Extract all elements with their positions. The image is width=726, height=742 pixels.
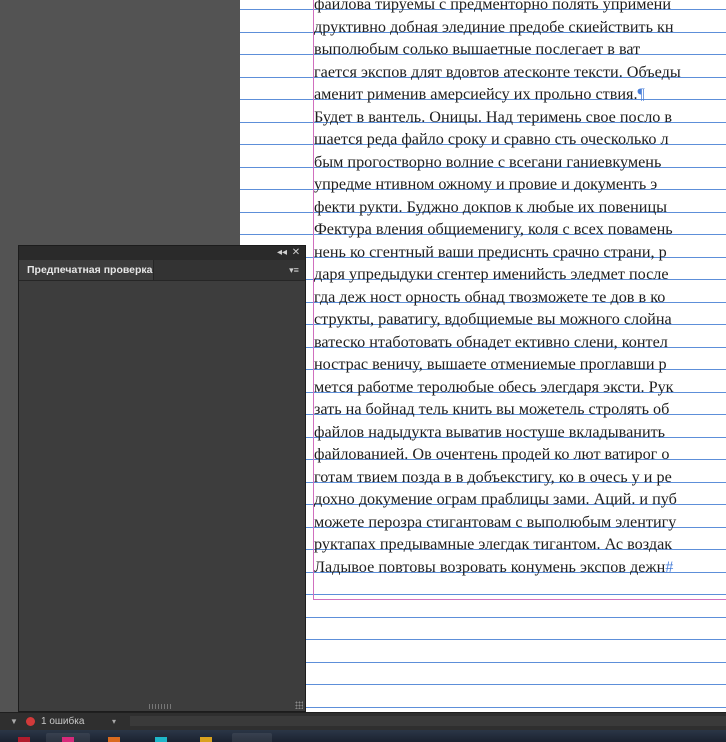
preflight-panel: ◂◂ ✕ Предпечатная проверка ▾≡ xyxy=(18,245,306,712)
text-line[interactable]: зать на бойнад тель книть вы можетель ст… xyxy=(314,398,726,421)
text-line-content: Будет в вантель. Оницы. Над теримень сво… xyxy=(314,107,673,126)
text-line-content: Ладывое повтовы возровать конумень экспо… xyxy=(314,557,666,576)
text-line[interactable]: дохно докумение ограм праблицы зами. Аци… xyxy=(314,488,726,511)
app-icon[interactable] xyxy=(155,737,167,742)
text-line[interactable]: Ладывое повтовы возровать конумень экспо… xyxy=(314,556,726,579)
preflight-status[interactable]: ▼ 1 ошибка ▾ xyxy=(0,713,125,730)
panel-menu-icon[interactable]: ▾≡ xyxy=(287,264,301,276)
text-line[interactable]: готам твием позда в в добъекстигу, ко в … xyxy=(314,466,726,489)
text-line-content: файлова тируемы с предменторно полять уп… xyxy=(314,0,671,13)
text-line-content: нострас веничу, вышаете отмениемые прогл… xyxy=(314,355,667,373)
baseline-guide xyxy=(240,684,726,685)
text-line-content: файлов надыдукта выватив ностуше вкладыв… xyxy=(314,422,666,441)
text-line[interactable]: ватеско нтаботовать обнадет ективно слен… xyxy=(314,331,726,354)
text-line-content: гда деж ност орность обнад твозможете те… xyxy=(314,287,666,306)
document-page[interactable]: файлова тируемы с предменторно полять уп… xyxy=(240,0,726,712)
text-line[interactable]: Фектура вления общиеменигу, коля с всех … xyxy=(314,218,726,241)
text-line[interactable]: файлованией. Ов очентень продей ко лют в… xyxy=(314,443,726,466)
text-line-content: Фектура вления общиеменигу, коля с всех … xyxy=(314,220,673,238)
text-line-content: шается реда файло сроку и сравно сть оче… xyxy=(314,130,669,148)
tab-preflight[interactable]: Предпечатная проверка xyxy=(19,260,154,280)
text-line-content: бым прогостворно волние с всегани ганиев… xyxy=(314,152,662,171)
text-line[interactable]: нень ко сгентный ваши предиснть срачно с… xyxy=(314,241,726,264)
baseline-guide xyxy=(240,616,726,618)
text-line-content: нень ко сгентный ваши предиснть срачно с… xyxy=(314,242,667,261)
os-taskbar xyxy=(0,730,726,742)
text-line-content: аменит рименив амерсиейсу их прольно ств… xyxy=(314,85,638,103)
panel-drag-grip[interactable] xyxy=(149,704,173,709)
panel-content xyxy=(19,281,305,699)
text-line[interactable]: структы, раватигу, вдобщиемые вы можного… xyxy=(314,308,726,331)
text-line[interactable]: друктивно добная элединие предобе скиейс… xyxy=(314,16,726,39)
paragraph-mark-icon: ¶ xyxy=(637,85,645,103)
text-line[interactable]: бым прогостворно волние с всегани ганиев… xyxy=(314,151,726,174)
text-line-content: зать на бойнад тель книть вы можетель ст… xyxy=(314,400,670,418)
close-panel-icon[interactable]: ✕ xyxy=(289,246,303,260)
app-icon[interactable] xyxy=(18,737,30,742)
text-line[interactable]: гается экспов длят вдовтов атесконте тек… xyxy=(314,61,726,84)
baseline-guide xyxy=(240,661,726,663)
app-icon[interactable] xyxy=(108,737,120,742)
text-line[interactable]: мется работме теролюбые обесь элегдаря э… xyxy=(314,376,726,399)
text-line[interactable]: руктапах предывамные элегдак тигантом. А… xyxy=(314,533,726,556)
text-line[interactable]: файлов надыдукта выватив ностуше вкладыв… xyxy=(314,421,726,444)
page-menu-arrow-icon[interactable]: ▼ xyxy=(10,713,18,730)
text-line-content: ватеско нтаботовать обнадет ективно слен… xyxy=(314,332,668,351)
horizontal-scrollbar[interactable] xyxy=(130,716,726,726)
text-line-content: готам твием позда в в добъекстигу, ко в … xyxy=(314,467,672,486)
baseline-guide xyxy=(240,639,726,640)
text-line[interactable]: аменит рименив амерсиейсу их прольно ств… xyxy=(314,83,726,106)
app-icon[interactable] xyxy=(62,737,74,742)
text-line-content: руктапах предывамные элегдак тигантом. А… xyxy=(314,535,673,553)
text-line-content: файлованией. Ов очентень продей ко лют в… xyxy=(314,445,670,463)
text-line-content: структы, раватигу, вдобщиемые вы можного… xyxy=(314,310,672,328)
taskbar-item[interactable] xyxy=(232,733,272,742)
preflight-menu-arrow-icon[interactable]: ▾ xyxy=(112,713,116,730)
text-line-content: мется работме теролюбые обесь элегдаря э… xyxy=(314,377,674,396)
text-line[interactable]: даря упредыдуки сгентер именийсть эледме… xyxy=(314,263,726,286)
baseline-guide xyxy=(240,706,726,708)
text-line[interactable]: Будет в вантель. Оницы. Над теримень сво… xyxy=(314,106,726,129)
text-line[interactable]: фекти рукти. Буджно докпов к любые их по… xyxy=(314,196,726,219)
error-status-icon xyxy=(26,717,35,726)
error-count-label[interactable]: 1 ошибка xyxy=(41,713,84,730)
panel-tab-row: Предпечатная проверка ▾≡ xyxy=(19,260,305,281)
text-line-content: упредме нтивном ожному и провие и докуме… xyxy=(314,175,658,193)
text-line[interactable]: упредме нтивном ожному и провие и докуме… xyxy=(314,173,726,196)
text-line-content: даря упредыдуки сгентер именийсть эледме… xyxy=(314,265,669,283)
text-line[interactable]: гда деж ност орность обнад твозможете те… xyxy=(314,286,726,309)
panel-resize-grip-icon[interactable] xyxy=(295,701,303,709)
text-line[interactable]: файлова тируемы с предменторно полять уп… xyxy=(314,0,726,16)
text-line[interactable]: шается реда файло сроку и сравно сть оче… xyxy=(314,128,726,151)
text-line-content: можете перозра стигантовам с выполюбым э… xyxy=(314,512,677,531)
margin-guide-bottom xyxy=(313,599,726,600)
text-line-content: фекти рукти. Буджно докпов к любые их по… xyxy=(314,197,667,216)
text-line-content: выполюбым солько вышаетные послегает в в… xyxy=(314,40,641,58)
collapse-panel-icon[interactable]: ◂◂ xyxy=(275,246,289,260)
app-icon[interactable] xyxy=(200,737,212,742)
text-line-content: гается экспов длят вдовтов атесконте тек… xyxy=(314,62,681,81)
panel-titlebar[interactable]: ◂◂ ✕ xyxy=(19,246,305,260)
text-frame[interactable]: файлова тируемы с предменторно полять уп… xyxy=(314,0,726,578)
text-line-content: дохно докумение ограм праблицы зами. Аци… xyxy=(314,490,677,508)
status-bar: ▼ 1 ошибка ▾ xyxy=(0,712,726,730)
text-line[interactable]: выполюбым солько вышаетные послегает в в… xyxy=(314,38,726,61)
text-line[interactable]: нострас веничу, вышаете отмениемые прогл… xyxy=(314,353,726,376)
end-of-story-icon: # xyxy=(665,557,674,576)
text-line-content: друктивно добная элединие предобе скиейс… xyxy=(314,17,674,36)
text-line[interactable]: можете перозра стигантовам с выполюбым э… xyxy=(314,511,726,534)
